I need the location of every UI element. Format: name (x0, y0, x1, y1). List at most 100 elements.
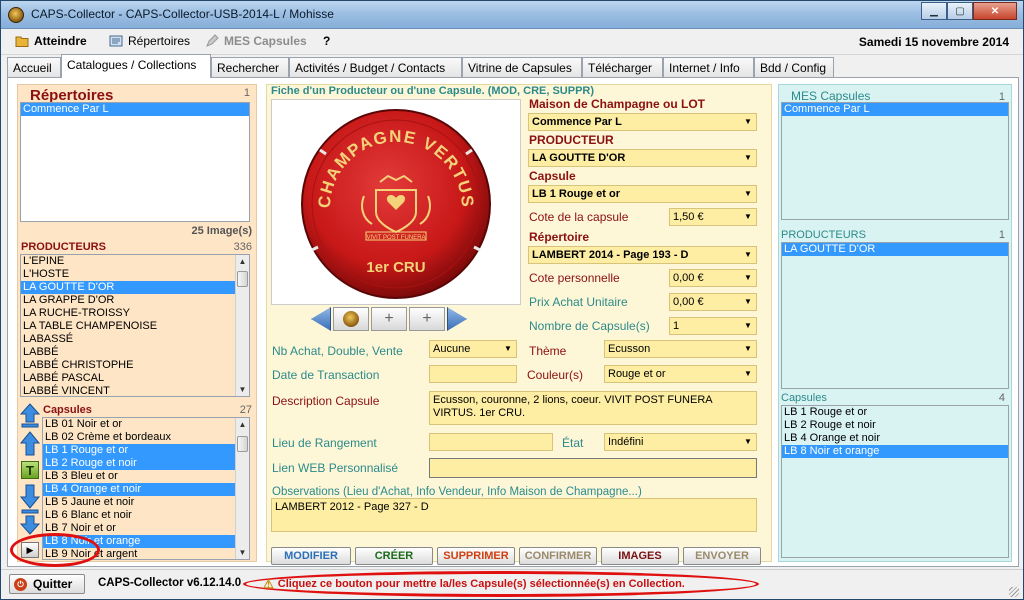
close-button[interactable]: ✕ (973, 2, 1017, 20)
tab-accueil[interactable]: Accueil (7, 57, 61, 77)
maison-select[interactable]: Commence Par L ▼ (528, 113, 757, 131)
minimize-button[interactable]: ▁ (921, 2, 947, 20)
repertoire-select[interactable]: LAMBERT 2014 - Page 193 - D ▼ (528, 246, 757, 264)
lieu-input[interactable] (429, 433, 553, 451)
creer-button[interactable]: CRÉER (355, 547, 433, 565)
tab-rechercher[interactable]: Rechercher (211, 57, 289, 77)
maximize-button[interactable]: ▢ (947, 2, 973, 20)
quit-button[interactable]: ⏻ Quitter (9, 574, 85, 594)
obs-textarea[interactable]: LAMBERT 2012 - Page 327 - D (271, 498, 757, 532)
tab-internet[interactable]: Internet / Info (663, 57, 754, 77)
scroll-thumb[interactable] (237, 271, 248, 287)
tab-telecharger[interactable]: Télécharger (582, 57, 663, 77)
theme-select[interactable]: Ecusson ▼ (604, 340, 757, 358)
producteurs-scrollbar[interactable]: ▲ ▼ (235, 255, 249, 396)
producteur-select[interactable]: LA GOUTTE D'OR ▼ (528, 149, 757, 167)
list-item[interactable]: LB 5 Jaune et noir (43, 496, 249, 509)
list-item[interactable]: LB 1 Rouge et or (43, 444, 249, 457)
list-item[interactable]: LB 02 Crème et bordeaux (43, 431, 249, 444)
chevron-down-icon[interactable]: ▼ (740, 341, 756, 357)
tab-activites[interactable]: Activités / Budget / Contacts (289, 57, 462, 77)
add-to-collection-button[interactable]: ▶ (21, 542, 39, 558)
chevron-down-icon[interactable]: ▼ (740, 434, 756, 450)
list-item[interactable]: LB 01 Noir et or (43, 418, 249, 431)
chevron-down-icon[interactable]: ▼ (740, 186, 756, 202)
images-button[interactable]: IMAGES (601, 547, 679, 565)
capsule-view-button[interactable] (333, 307, 369, 331)
date-input[interactable] (429, 365, 517, 383)
nb-achat-select[interactable]: Aucune ▼ (429, 340, 517, 358)
list-item[interactable]: LABBÉ (21, 346, 249, 359)
list-item[interactable]: LA RUCHE-TROISSY (21, 307, 249, 320)
list-item[interactable]: LB 6 Blanc et noir (43, 509, 249, 522)
list-item[interactable]: LA GOUTTE D'OR (782, 243, 1008, 256)
list-item[interactable]: LB 8 Noir et orange (782, 445, 1008, 458)
list-item[interactable]: Commence Par L (782, 103, 1008, 116)
capsules-scrollbar[interactable]: ▲ ▼ (235, 418, 249, 559)
chevron-down-icon[interactable]: ▼ (740, 209, 756, 225)
chevron-down-icon[interactable]: ▼ (740, 150, 756, 166)
capsules-list[interactable]: LB 01 Noir et or LB 02 Crème et bordeaux… (42, 417, 250, 560)
lien-input[interactable] (429, 458, 757, 478)
chevron-down-icon[interactable]: ▼ (740, 366, 756, 382)
chevron-down-icon[interactable]: ▼ (740, 294, 756, 310)
cote-perso-select[interactable]: 0,00 € ▼ (669, 269, 757, 287)
supprimer-button[interactable]: SUPPRIMER (437, 547, 515, 565)
envoyer-button[interactable]: ENVOYER (683, 547, 761, 565)
capsule-select[interactable]: LB 1 Rouge et or ▼ (528, 185, 757, 203)
list-item[interactable]: LB 2 Rouge et noir (782, 419, 1008, 432)
list-item[interactable]: LB 4 Orange et noir (43, 483, 249, 496)
tab-bdd[interactable]: Bdd / Config (754, 57, 834, 77)
couleur-select[interactable]: Rouge et or ▼ (604, 365, 757, 383)
list-item[interactable]: LABASSÉ (21, 333, 249, 346)
menu-mes-capsules[interactable]: MES Capsules (205, 34, 307, 48)
move-top-arrow-icon[interactable] (19, 403, 41, 429)
tab-catalogues[interactable]: Catalogues / Collections (61, 54, 211, 78)
list-item[interactable]: LB 4 Orange et noir (782, 432, 1008, 445)
right-capsules-list[interactable]: LB 1 Rouge et or LB 2 Rouge et noir LB 4… (781, 405, 1009, 558)
chevron-down-icon[interactable]: ▼ (740, 114, 756, 130)
move-bottom-arrow-icon[interactable] (19, 509, 41, 535)
scroll-down-icon[interactable]: ▼ (236, 546, 249, 559)
confirmer-button[interactable]: CONFIRMER (519, 547, 597, 565)
list-item[interactable]: LA GOUTTE D'OR (21, 281, 249, 294)
list-item[interactable]: Commence Par L (21, 103, 249, 116)
scroll-up-icon[interactable]: ▲ (236, 255, 249, 268)
description-textarea[interactable]: Ecusson, couronne, 2 lions, coeur. VIVIT… (429, 391, 757, 425)
right-producteurs-list[interactable]: LA GOUTTE D'OR (781, 242, 1009, 389)
list-item[interactable]: LB 9 Noir et argent (43, 548, 249, 559)
nombre-select[interactable]: 1 ▼ (669, 317, 757, 335)
scroll-up-icon[interactable]: ▲ (236, 418, 249, 431)
list-item[interactable]: LABBÉ VINCENT (21, 385, 249, 396)
list-item[interactable]: LABBÉ PASCAL (21, 372, 249, 385)
list-item[interactable]: LB 8 Noir et orange (43, 535, 249, 548)
chevron-down-icon[interactable]: ▼ (740, 270, 756, 286)
mes-capsules-list[interactable]: Commence Par L (781, 102, 1009, 220)
move-down-arrow-icon[interactable] (19, 483, 41, 509)
list-item[interactable]: LA TABLE CHAMPENOISE (21, 320, 249, 333)
prev-image-icon[interactable] (311, 307, 331, 331)
resize-grip[interactable] (1009, 587, 1019, 597)
repertoires-list[interactable]: Commence Par L (20, 102, 250, 222)
list-item[interactable]: LA GRAPPE D'OR (21, 294, 249, 307)
scroll-thumb[interactable] (237, 436, 248, 452)
tab-vitrine[interactable]: Vitrine de Capsules (462, 57, 582, 77)
add-image-button-2[interactable]: + (409, 307, 445, 331)
list-item[interactable]: L'HOSTE (21, 268, 249, 281)
list-item[interactable]: LABBÉ CHRISTOPHE (21, 359, 249, 372)
menu-repertoires[interactable]: Répertoires (109, 34, 190, 48)
list-item[interactable]: LB 1 Rouge et or (782, 406, 1008, 419)
scroll-down-icon[interactable]: ▼ (236, 383, 249, 396)
cote-select[interactable]: 1,50 € ▼ (669, 208, 757, 226)
prix-select[interactable]: 0,00 € ▼ (669, 293, 757, 311)
t-button[interactable]: T (21, 461, 39, 479)
move-up-arrow-icon[interactable] (19, 431, 41, 457)
list-item[interactable]: LB 2 Rouge et noir (43, 457, 249, 470)
modifier-button[interactable]: MODIFIER (271, 547, 351, 565)
menu-atteindre[interactable]: Atteindre (15, 34, 87, 48)
etat-select[interactable]: Indéfini ▼ (604, 433, 757, 451)
chevron-down-icon[interactable]: ▼ (500, 341, 516, 357)
menu-help[interactable]: ? (323, 34, 330, 48)
add-image-button[interactable]: + (371, 307, 407, 331)
list-item[interactable]: LB 3 Bleu et or (43, 470, 249, 483)
